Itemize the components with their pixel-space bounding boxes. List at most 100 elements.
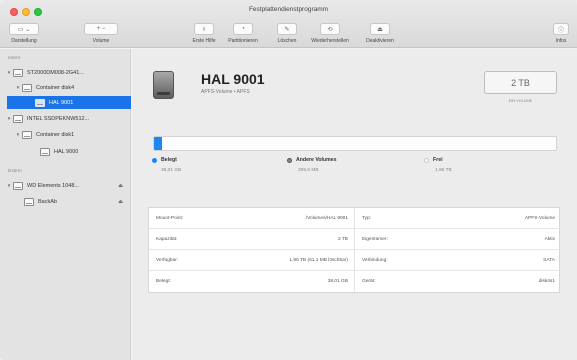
volume-disk-icon xyxy=(153,71,174,99)
legend-free: Frei xyxy=(424,157,443,163)
partition-button[interactable]: ◔ xyxy=(233,23,253,35)
free-dot-icon xyxy=(424,157,429,163)
main-panel: HAL 9001 APFS-Volume • APFS 2 TB EIN VOL… xyxy=(132,49,577,360)
info-value: Aktiv xyxy=(544,237,555,242)
sidebar-item-wd-elements[interactable]: ▼ WD Elements 1048... ⏏ xyxy=(0,179,131,192)
unmount-button[interactable]: ⏏ xyxy=(370,23,390,35)
restore-button[interactable]: ⟲ xyxy=(320,23,340,35)
partition-label: Partitionieren xyxy=(228,38,258,44)
hard-drive-icon xyxy=(13,181,23,190)
view-label: Darstellung xyxy=(11,38,37,44)
volume-icon xyxy=(40,147,50,156)
volume-label: Volume xyxy=(92,38,110,44)
legend-used-value: 38,01 GB xyxy=(161,168,182,173)
legend-other-label: Andere Volumes xyxy=(296,157,337,163)
info-row: Verfügbar: 1,96 TB (61,1 MB löschbar) Ve… xyxy=(149,250,561,271)
used-dot-icon xyxy=(152,157,157,163)
legend-free-label: Frei xyxy=(433,157,443,163)
disclosure-triangle-icon[interactable]: ▼ xyxy=(14,132,22,137)
sidebar: Intern ▼ ST2000DM008-2G41... ▼ Container… xyxy=(0,49,131,360)
capacity-box: 2 TB xyxy=(484,71,557,94)
erase-icon: ✎ xyxy=(284,26,290,33)
sidebar-item-label: ST2000DM008-2G41... xyxy=(27,69,84,76)
sidebar-item-label: Container disk1 xyxy=(36,131,75,138)
info-row: Mount-Point: /Volumes/HAL 9001 Typ: APFS… xyxy=(149,208,561,229)
hard-drive-icon xyxy=(13,114,23,123)
hard-drive-icon xyxy=(13,68,23,77)
info-key: Mount-Point: xyxy=(156,216,184,221)
stethoscope-icon: ⚕ xyxy=(202,26,206,33)
sidebar-item-label: Container disk4 xyxy=(36,84,75,91)
info-label: Infos xyxy=(555,38,567,44)
info-row: Belegt: 38,01 GB Gerät: disk4s1 xyxy=(149,271,561,292)
sidebar-item-label: HAL 9001 xyxy=(49,99,74,106)
unmount-icon: ⏏ xyxy=(377,26,383,33)
info-key: Typ: xyxy=(362,216,372,221)
info-key: Belegt: xyxy=(156,279,171,284)
info-value: SATA xyxy=(543,258,555,263)
container-icon xyxy=(22,130,32,139)
info-icon: ⓘ xyxy=(557,27,564,34)
first-aid-label: Erste Hilfe xyxy=(192,38,216,44)
info-key: Verfügbar: xyxy=(156,258,179,263)
info-value: disk4s1 xyxy=(538,279,555,284)
sidebar-item-label: WD Elements 1048... xyxy=(27,182,79,189)
info-value: /Volumes/HAL 9001 xyxy=(305,216,348,221)
sidebar-item-disk-st2000[interactable]: ▼ ST2000DM008-2G41... xyxy=(0,66,131,79)
erase-label: Löschen xyxy=(277,38,297,44)
legend-used-label: Belegt xyxy=(161,157,177,163)
info-value: 2 TB xyxy=(337,237,348,242)
info-key: Verbindung: xyxy=(362,258,388,263)
titlebar: Festplattendienstprogramm ▭ ⌄ Darstellun… xyxy=(0,0,577,48)
erase-button[interactable]: ✎ xyxy=(277,23,297,35)
volume-icon xyxy=(24,197,34,206)
capacity-caption: EIN VOLUME xyxy=(508,99,533,103)
sidebar-section-intern: Intern xyxy=(8,56,21,61)
volume-subtitle: APFS-Volume • APFS xyxy=(201,89,250,95)
first-aid-button[interactable]: ⚕ xyxy=(194,23,214,35)
legend-other: Andere Volumes xyxy=(287,157,337,163)
eject-icon[interactable]: ⏏ xyxy=(118,199,123,205)
unmount-label: Deaktivieren xyxy=(366,38,394,44)
window-title: Festplattendienstprogramm xyxy=(248,6,329,13)
disclosure-triangle-icon[interactable]: ▼ xyxy=(5,183,13,188)
info-key: Kapazität: xyxy=(156,237,178,242)
info-key: Gerät: xyxy=(362,279,376,284)
sidebar-item-hal-9001[interactable]: HAL 9001 xyxy=(7,96,131,109)
volume-icon xyxy=(35,98,45,107)
sidebar-item-label: INTEL SSDPEKNW512... xyxy=(27,115,90,122)
usage-bar xyxy=(153,136,557,151)
eject-icon[interactable]: ⏏ xyxy=(118,183,123,189)
usage-bar-used-segment xyxy=(154,137,163,150)
sidebar-item-label: HAL 9000 xyxy=(54,148,79,155)
disk-utility-window: Festplattendienstprogramm ▭ ⌄ Darstellun… xyxy=(0,0,577,360)
sidebar-item-label: BackAb xyxy=(38,198,57,205)
partition-icon: ◔ xyxy=(241,26,245,32)
info-value: 38,01 GB xyxy=(327,279,348,284)
info-table: Mount-Point: /Volumes/HAL 9001 Typ: APFS… xyxy=(148,207,561,294)
legend-free-value: 1,96 TB xyxy=(435,168,452,173)
sidebar-item-container-disk1[interactable]: ▼ Container disk1 xyxy=(0,128,131,141)
info-button[interactable]: ⓘ xyxy=(553,23,569,35)
info-key: Eigentümer: xyxy=(362,237,388,242)
sidebar-view-icon: ▭ ⌄ xyxy=(17,26,31,33)
sidebar-item-backab[interactable]: BackAb ⏏ xyxy=(0,195,131,208)
disclosure-triangle-icon[interactable]: ▼ xyxy=(5,70,13,75)
restore-label: Wiederherstellen xyxy=(311,38,349,44)
other-dot-icon xyxy=(287,157,292,163)
disclosure-triangle-icon[interactable]: ▼ xyxy=(14,85,22,90)
sidebar-item-container-disk4[interactable]: ▼ Container disk4 xyxy=(0,81,131,94)
plus-minus-icon: + − xyxy=(96,26,106,32)
legend-used: Belegt xyxy=(152,157,177,163)
sidebar-section-extern: Extern xyxy=(8,169,22,174)
container-icon xyxy=(22,83,32,92)
disclosure-triangle-icon[interactable]: ▼ xyxy=(5,116,13,121)
sidebar-item-disk-intel[interactable]: ▼ INTEL SSDPEKNW512... xyxy=(0,112,131,125)
view-button[interactable]: ▭ ⌄ xyxy=(9,23,39,35)
capacity-value: 2 TB xyxy=(511,77,530,88)
sidebar-item-hal-9000[interactable]: HAL 9000 xyxy=(0,145,131,158)
info-value: APFS-Volume xyxy=(524,216,555,221)
info-value: 1,96 TB (61,1 MB löschbar) xyxy=(289,258,348,263)
legend-other-value: 299,6 MB xyxy=(298,168,319,173)
volume-add-remove-button[interactable]: + − xyxy=(84,23,118,35)
